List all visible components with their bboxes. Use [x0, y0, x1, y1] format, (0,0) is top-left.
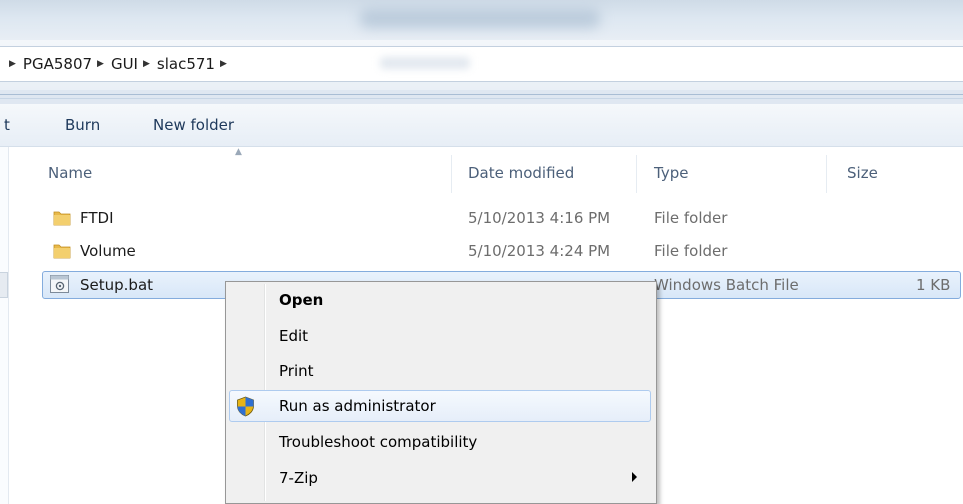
file-type: Windows Batch File: [654, 276, 799, 294]
nav-pane-item[interactable]: [0, 272, 8, 298]
sort-ascending-icon: ▲: [235, 147, 242, 157]
folder-icon: [53, 244, 71, 259]
uac-shield-icon: [237, 396, 254, 417]
file-name: FTDI: [80, 209, 114, 227]
menu-item-label: Run as administrator: [279, 397, 436, 415]
chevron-right-icon[interactable]: ▶: [97, 59, 104, 69]
burn-button[interactable]: Burn: [65, 116, 100, 134]
chevron-right-icon: ▶: [9, 59, 16, 69]
context-menu: Open Edit Print Run as administrator Tro…: [225, 281, 657, 504]
breadcrumb-root-arrow[interactable]: ▶: [4, 59, 23, 69]
submenu-arrow-icon: [632, 472, 637, 482]
command-bar: t Burn New folder: [0, 104, 963, 147]
column-divider[interactable]: [451, 155, 452, 193]
folder-icon: [53, 211, 71, 226]
file-date: 5/10/2013 4:24 PM: [468, 242, 611, 260]
breadcrumb-label: PGA5807: [22, 55, 93, 73]
new-folder-button[interactable]: New folder: [153, 116, 234, 134]
menu-item-label: Edit: [279, 327, 309, 345]
column-type[interactable]: Type: [654, 164, 688, 182]
menu-item-open[interactable]: Open: [229, 284, 651, 316]
file-name: Setup.bat: [80, 276, 154, 294]
menu-item-7zip[interactable]: 7-Zip: [229, 462, 651, 494]
address-bar[interactable]: ▶ PGA5807 ▶ GUI ▶ slac571 ▶: [0, 46, 963, 82]
chevron-right-icon[interactable]: ▶: [220, 59, 227, 69]
breadcrumb-item-pga5807[interactable]: PGA5807 ▶: [23, 55, 111, 73]
column-divider[interactable]: [826, 155, 827, 193]
column-date-modified[interactable]: Date modified: [468, 164, 574, 182]
menu-item-run-as-administrator[interactable]: Run as administrator: [229, 390, 651, 422]
breadcrumb-label: GUI: [110, 55, 138, 73]
column-name[interactable]: Name: [48, 164, 92, 182]
file-size: 1 KB: [916, 276, 951, 294]
file-row[interactable]: Volume 5/10/2013 4:24 PM File folder: [42, 238, 961, 264]
breadcrumb-label: slac571: [156, 55, 215, 73]
title-blur: [360, 8, 600, 28]
menu-item-label: Open: [279, 291, 324, 309]
column-divider[interactable]: [636, 155, 637, 193]
file-date: 5/10/2013 4:16 PM: [468, 209, 611, 227]
breadcrumb-item-gui[interactable]: GUI ▶: [111, 55, 157, 73]
navigation-pane[interactable]: [0, 147, 9, 504]
breadcrumb-item-slac571[interactable]: slac571 ▶: [157, 55, 234, 73]
toolbar-separator: [0, 90, 963, 104]
menu-item-label: Troubleshoot compatibility: [279, 433, 478, 451]
command-partial-button[interactable]: t: [4, 116, 10, 134]
file-name: Volume: [80, 242, 136, 260]
file-row[interactable]: FTDI 5/10/2013 4:16 PM File folder: [42, 205, 961, 231]
menu-item-troubleshoot-compatibility[interactable]: Troubleshoot compatibility: [229, 426, 651, 458]
menu-item-print[interactable]: Print: [229, 355, 651, 387]
address-bar-area: ▶ PGA5807 ▶ GUI ▶ slac571 ▶: [0, 40, 963, 90]
file-type: File folder: [654, 209, 728, 227]
file-type: File folder: [654, 242, 728, 260]
chevron-right-icon[interactable]: ▶: [143, 59, 150, 69]
menu-item-edit[interactable]: Edit: [229, 320, 651, 352]
blurred-region: [380, 57, 470, 69]
batch-file-icon: [50, 275, 69, 293]
menu-item-label: 7-Zip: [279, 469, 318, 487]
window-titlebar: [0, 0, 963, 40]
menu-item-label: Print: [279, 362, 314, 380]
column-size[interactable]: Size: [847, 164, 878, 182]
column-header: Name ▲ Date modified Type Size: [36, 147, 963, 197]
